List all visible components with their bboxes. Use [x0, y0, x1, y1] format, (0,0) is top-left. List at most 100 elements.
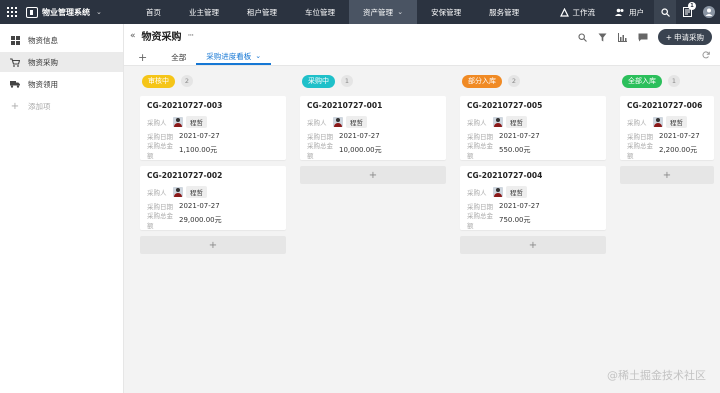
nav-item-security[interactable]: 安保管理: [417, 0, 475, 24]
more-options-icon[interactable]: ···: [188, 31, 195, 41]
top-navigation-bar: 物业管理系统 ⌄ 首页 业主管理 租户管理 车位管理 资产管理 ⌄ 安保管理 服…: [0, 0, 720, 24]
sidebar-add-item[interactable]: + 添加项: [0, 96, 123, 116]
purchase-card[interactable]: CG-20210727-004 采购人 程哲 采购日期 2021-07-27 采购总…: [460, 166, 606, 230]
sidebar-item-material-info[interactable]: 物资信息: [0, 30, 123, 50]
chevron-down-icon: ⌄: [395, 8, 404, 16]
workflow-label: 工作流: [572, 7, 596, 17]
purchase-amount: 1,100.00元: [179, 146, 218, 154]
search-icon: [660, 7, 670, 17]
avatar: [493, 187, 503, 197]
collapse-sidebar-icon[interactable]: «: [130, 31, 136, 41]
amount-label: 采购总金额: [147, 212, 173, 230]
cart-icon: [10, 57, 20, 67]
avatar[interactable]: [698, 0, 720, 24]
avatar: [493, 117, 503, 127]
kanban-column-reviewing: 审核中 2 CG-20210727-003 采购人 程哲 采购日期 2021-07-…: [140, 66, 288, 254]
purchase-date: 2021-07-27: [499, 132, 540, 140]
purchase-date: 2021-07-27: [659, 132, 700, 140]
purchase-amount: 29,000.00元: [179, 216, 222, 224]
search-icon[interactable]: [578, 32, 588, 42]
refresh-icon[interactable]: [702, 51, 710, 61]
tab-all[interactable]: 全部: [161, 49, 196, 65]
amount-label: 采购总金额: [627, 142, 653, 160]
purchase-amount: 550.00元: [499, 146, 531, 154]
app-name: 物业管理系统: [42, 7, 90, 17]
app-switcher[interactable]: 物业管理系统 ⌄: [24, 6, 124, 18]
purchase-id: CG-20210727-001: [307, 101, 383, 110]
purchase-date: 2021-07-27: [179, 202, 220, 210]
status-badge: 采购中: [302, 74, 335, 88]
app-logo-icon: [26, 6, 38, 18]
chevron-down-icon: ⌄: [96, 8, 102, 16]
sidebar-item-material-requisition[interactable]: 物资领用: [0, 74, 123, 94]
app-grid-icon[interactable]: [0, 0, 24, 24]
page-title: 物资采购: [141, 32, 182, 43]
filter-icon[interactable]: [598, 32, 608, 42]
purchase-date: 2021-07-27: [339, 132, 380, 140]
add-card-button[interactable]: +: [620, 166, 714, 184]
purchase-amount: 2,200.00元: [659, 146, 698, 154]
buyer-label: 采购人: [627, 119, 647, 127]
purchase-card[interactable]: CG-20210727-002 采购人 程哲 采购日期 2021-07-27 采购总…: [140, 166, 286, 230]
buyer-label: 采购人: [467, 119, 487, 127]
tab-purchase-progress-board[interactable]: 采购进度看板 ⌄: [196, 49, 272, 65]
purchase-id: CG-20210727-005: [467, 101, 543, 110]
nav-item-assets[interactable]: 资产管理 ⌄: [349, 0, 418, 24]
purchase-date: 2021-07-27: [499, 202, 540, 210]
amount-label: 采购总金额: [147, 142, 173, 160]
buyer-label: 采购人: [307, 119, 327, 127]
nav-item-home[interactable]: 首页: [132, 0, 175, 24]
apply-purchase-label: 申请采购: [674, 32, 704, 42]
add-card-button[interactable]: +: [140, 236, 286, 254]
sidebar-item-label: 物资信息: [28, 35, 58, 45]
truck-icon: [10, 79, 20, 89]
buyer-label: 采购人: [467, 189, 487, 197]
plus-icon: +: [10, 100, 20, 112]
users-icon: [615, 8, 624, 16]
chevron-down-icon: ⌄: [255, 52, 262, 60]
purchase-id: CG-20210727-003: [147, 101, 223, 110]
buyer-name: 程哲: [186, 186, 207, 198]
sidebar: 物资信息 物资采购 物资领用 + 添加项: [0, 24, 124, 393]
buyer-name: 程哲: [346, 116, 367, 128]
purchase-card[interactable]: CG-20210727-001 采购人 程哲 采购日期 2021-07-27 采购总…: [300, 96, 446, 160]
nav-item-services[interactable]: 服务管理: [475, 0, 533, 24]
status-badge: 审核中: [142, 74, 175, 88]
purchase-card[interactable]: CG-20210727-005 采购人 程哲 采购日期 2021-07-27 采购总…: [460, 96, 606, 160]
apply-purchase-button[interactable]: + 申请采购: [657, 29, 712, 45]
purchase-card[interactable]: CG-20210727-003 采购人 程哲 采购日期 2021-07-27 采购总…: [140, 96, 286, 160]
buyer-label: 采购人: [147, 189, 167, 197]
purchase-id: CG-20210727-004: [467, 171, 543, 180]
add-view-button[interactable]: +: [138, 51, 147, 64]
amount-label: 采购总金额: [467, 212, 493, 230]
avatar: [653, 117, 663, 127]
buyer-name: 程哲: [506, 116, 527, 128]
avatar: [173, 187, 183, 197]
kanban-column-partial-stock: 部分入库 2 CG-20210727-005 采购人 程哲 采购日期 2021-07…: [460, 66, 608, 254]
buyer-label: 采购人: [147, 119, 167, 127]
nav-item-tenants[interactable]: 租户管理: [233, 0, 291, 24]
watermark: @稀土掘金技术社区: [607, 369, 706, 382]
column-count: 1: [668, 75, 680, 87]
kanban-column-purchasing: 采购中 1 CG-20210727-001 采购人 程哲 采购日期 2021-07-…: [300, 66, 448, 184]
add-card-button[interactable]: +: [300, 166, 446, 184]
avatar-icon: [703, 6, 715, 18]
bar-chart-icon[interactable]: [618, 32, 628, 42]
comment-icon[interactable]: [638, 32, 648, 42]
search-button[interactable]: [654, 0, 676, 24]
kanban-board: 审核中 2 CG-20210727-003 采购人 程哲 采购日期 2021-07-…: [124, 66, 720, 393]
column-count: 1: [341, 75, 353, 87]
purchase-card[interactable]: CG-20210727-006 采购人 程哲 采购日期 2021-07-27 采购总…: [620, 96, 714, 160]
main-nav: 首页 业主管理 租户管理 车位管理 资产管理 ⌄ 安保管理 服务管理: [132, 0, 533, 24]
avatar: [173, 117, 183, 127]
sidebar-item-material-purchase[interactable]: 物资采购: [0, 52, 123, 72]
workflow-link[interactable]: 工作流: [550, 7, 606, 18]
sidebar-item-label: 物资领用: [28, 79, 58, 89]
plus-icon: +: [665, 32, 672, 42]
add-card-button[interactable]: +: [460, 236, 606, 254]
buyer-name: 程哲: [506, 186, 527, 198]
notifications-button[interactable]: 1: [676, 0, 698, 24]
users-link[interactable]: 用户: [605, 7, 654, 18]
nav-item-owners[interactable]: 业主管理: [175, 0, 233, 24]
nav-item-parking[interactable]: 车位管理: [291, 0, 349, 24]
